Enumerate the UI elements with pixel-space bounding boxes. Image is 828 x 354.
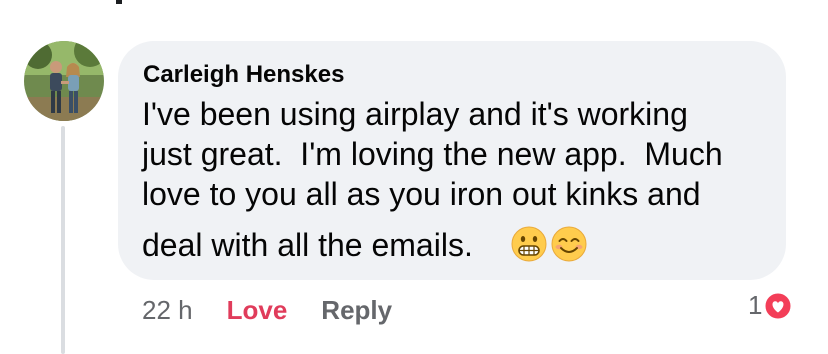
- thread-connector-line: [61, 126, 65, 354]
- emoji-group: [510, 225, 588, 263]
- comment-author[interactable]: Carleigh Henskes: [143, 61, 344, 89]
- avatar-photo: [24, 41, 104, 121]
- comment-text-line: just great. I'm loving the new app. Much: [142, 136, 723, 172]
- grimacing-face-emoji: [511, 226, 547, 262]
- comment-timestamp[interactable]: 22 h: [142, 295, 193, 326]
- reaction-count: 1: [748, 290, 763, 320]
- reaction-summary[interactable]: 1: [748, 290, 793, 321]
- comment-bubble: Carleigh Henskes I've been using airplay…: [118, 41, 786, 280]
- love-button[interactable]: Love: [227, 295, 288, 326]
- comment-actions: 22 h Love Reply: [142, 292, 392, 328]
- avatar[interactable]: [24, 41, 104, 121]
- comment-text-line: I've been using airplay and it's working: [142, 96, 688, 132]
- comment-text-line: deal with all the emails.: [142, 227, 473, 263]
- previous-comment-fragment: [116, 0, 122, 4]
- comment-thread: Carleigh Henskes I've been using airplay…: [0, 0, 828, 354]
- heart-reaction-icon: [763, 291, 793, 320]
- smiling-face-with-smiling-eyes-emoji: [551, 226, 587, 262]
- comment-text-line: love to you all as you iron out kinks an…: [142, 176, 701, 212]
- reply-button[interactable]: Reply: [321, 295, 392, 326]
